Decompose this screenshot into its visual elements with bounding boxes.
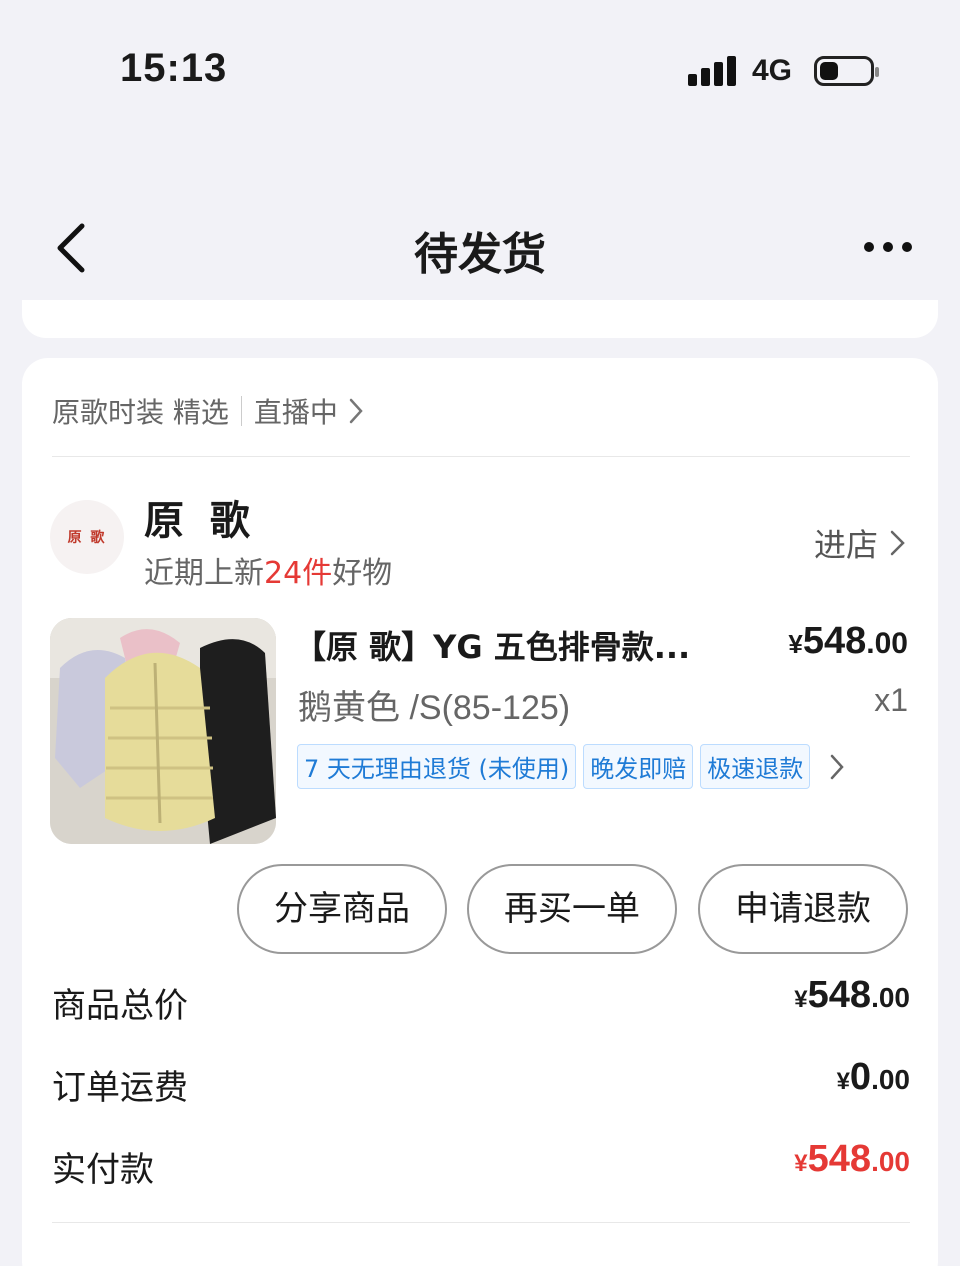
chevron-right-icon bbox=[890, 530, 905, 556]
amount-paid-label: 实付款 bbox=[52, 1150, 154, 1190]
shipping-integer: 0 bbox=[849, 1056, 872, 1098]
goods-total-label: 商品总价 bbox=[52, 986, 188, 1026]
chevron-right-icon bbox=[831, 754, 844, 779]
shop-desc-prefix: 近期上新 bbox=[144, 556, 264, 591]
signal-icon bbox=[688, 56, 738, 86]
product-price: ¥548.00 bbox=[788, 620, 908, 663]
shipping-row: 订单运费 ¥0.00 bbox=[52, 1054, 910, 1114]
goods-total-integer: 548 bbox=[807, 974, 872, 1016]
currency-symbol: ¥ bbox=[794, 986, 808, 1013]
divider bbox=[52, 1222, 910, 1223]
amount-paid-integer: 548 bbox=[807, 1138, 872, 1180]
live-status: 直播中 bbox=[253, 396, 338, 429]
enter-shop-label: 进店 bbox=[813, 526, 878, 564]
status-bar: 15:13 4G bbox=[0, 0, 960, 140]
page-title: 待发货 bbox=[414, 229, 546, 280]
shop-logo[interactable]: 原 歌 bbox=[50, 500, 124, 574]
divider-vertical bbox=[240, 396, 242, 426]
shop-name[interactable]: 原 歌 bbox=[144, 488, 256, 546]
shop-logo-text: 原 歌 bbox=[67, 530, 107, 546]
shipping-label: 订单运费 bbox=[52, 1068, 188, 1108]
currency-symbol: ¥ bbox=[794, 1150, 808, 1177]
goods-total-row: 商品总价 ¥548.00 bbox=[52, 972, 910, 1032]
share-product-button[interactable]: 分享商品 bbox=[237, 864, 447, 954]
currency-symbol: ¥ bbox=[788, 629, 803, 659]
tag-fast-refund: 极速退款 bbox=[700, 744, 811, 789]
shipping-value: ¥0.00 bbox=[837, 1056, 910, 1099]
live-room-link[interactable]: 原歌时装 精选 直播中 bbox=[52, 388, 912, 434]
chevron-right-icon bbox=[349, 398, 363, 424]
currency-symbol: ¥ bbox=[836, 1068, 850, 1095]
service-tags[interactable]: 7 天无理由退货 (未使用) 晚发即赔 极速退款 bbox=[297, 744, 845, 789]
product-quantity: x1 bbox=[874, 682, 908, 718]
tag-return-policy: 7 天无理由退货 (未使用) bbox=[297, 744, 577, 789]
amount-paid-value: ¥548.00 bbox=[794, 1138, 910, 1181]
shop-description: 近期上新24件好物 bbox=[144, 548, 392, 592]
status-time: 15:13 bbox=[120, 46, 228, 90]
amount-paid-row: 实付款 ¥548.00 bbox=[52, 1136, 910, 1196]
price-integer: 548 bbox=[802, 620, 867, 662]
goods-total-decimal: .00 bbox=[871, 982, 910, 1013]
product-image[interactable] bbox=[50, 618, 276, 844]
request-refund-button[interactable]: 申请退款 bbox=[698, 864, 908, 954]
live-room-name: 原歌时装 精选 bbox=[52, 396, 229, 429]
battery-icon bbox=[814, 56, 879, 86]
network-type: 4G bbox=[752, 54, 793, 87]
tag-late-shipping-compensation: 晚发即赔 bbox=[583, 744, 694, 789]
product-title[interactable]: 【原 歌】YG 五色排骨款... bbox=[294, 622, 704, 668]
nav-bar: 待发货 bbox=[0, 190, 960, 310]
shipping-decimal: .00 bbox=[871, 1064, 910, 1095]
amount-paid-decimal: .00 bbox=[871, 1146, 910, 1177]
divider bbox=[52, 456, 910, 457]
more-button[interactable] bbox=[862, 240, 914, 256]
price-decimal: .00 bbox=[866, 627, 908, 660]
previous-card-edge bbox=[22, 300, 938, 338]
buy-again-button[interactable]: 再买一单 bbox=[467, 864, 677, 954]
shop-desc-suffix: 好物 bbox=[332, 556, 393, 591]
new-item-count: 24 bbox=[264, 556, 303, 591]
enter-shop-button[interactable]: 进店 bbox=[814, 520, 908, 566]
new-item-unit: 件 bbox=[302, 556, 333, 591]
product-spec: 鹅黄色 /S(85-125) bbox=[298, 689, 571, 727]
order-card: 原歌时装 精选 直播中 原 歌 原 歌 近期上新24件好物 进店 【原 歌】YG… bbox=[22, 358, 938, 1266]
jacket-photo bbox=[50, 618, 276, 844]
goods-total-value: ¥548.00 bbox=[794, 974, 910, 1017]
